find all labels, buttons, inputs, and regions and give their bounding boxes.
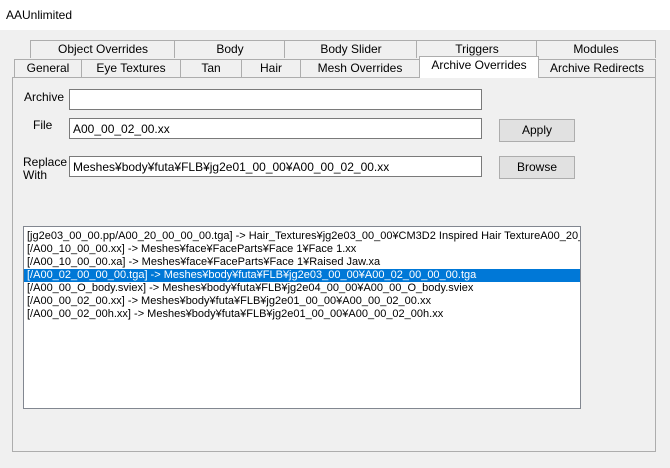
list-item[interactable]: [jg2e03_00_00.pp/A00_20_00_00_00.tga] ->… xyxy=(24,230,580,243)
tab-hair[interactable]: Hair xyxy=(241,59,301,77)
replace-with-label: Replace With xyxy=(23,156,67,182)
apply-button[interactable]: Apply xyxy=(499,119,575,142)
archive-field[interactable] xyxy=(69,89,482,110)
replace-with-field[interactable]: Meshes¥body¥futa¥FLB¥jg2e01_00_00¥A00_00… xyxy=(69,156,482,177)
archive-overrides-list[interactable]: [jg2e03_00_00.pp/A00_20_00_00_00.tga] ->… xyxy=(23,226,581,409)
list-item[interactable]: [/A00_00_O_body.sviex] -> Meshes¥body¥fu… xyxy=(24,282,580,295)
tab-eye-textures[interactable]: Eye Textures xyxy=(81,59,181,77)
tab-archive-redirects[interactable]: Archive Redirects xyxy=(538,59,656,77)
list-item[interactable]: [/A00_10_00_00.xa] -> Meshes¥face¥FacePa… xyxy=(24,256,580,269)
archive-overrides-panel: Archive File A00_00_02_00.xx Apply Repla… xyxy=(12,77,656,452)
tab-body-slider[interactable]: Body Slider xyxy=(284,40,418,58)
file-label: File xyxy=(33,118,53,132)
list-item[interactable]: [/A00_10_00_00.xx] -> Meshes¥face¥FacePa… xyxy=(24,243,580,256)
window-title: AAUnlimited xyxy=(6,8,73,22)
main-window: Object Overrides Body Body Slider Trigge… xyxy=(0,30,670,468)
list-item[interactable]: [/A00_00_02_00h.xx] -> Meshes¥body¥futa¥… xyxy=(24,308,580,321)
tab-tan[interactable]: Tan xyxy=(180,59,242,77)
archive-label: Archive xyxy=(24,90,65,104)
replace-label-line1: Replace xyxy=(23,155,68,169)
file-field[interactable]: A00_00_02_00.xx xyxy=(69,118,482,139)
tab-body[interactable]: Body xyxy=(174,40,286,58)
tab-general[interactable]: General xyxy=(14,59,82,77)
list-item[interactable]: [/A00_00_02_00.xx] -> Meshes¥body¥futa¥F… xyxy=(24,295,580,308)
browse-button[interactable]: Browse xyxy=(499,156,575,179)
replace-label-line2: With xyxy=(23,168,47,182)
tab-modules[interactable]: Modules xyxy=(536,40,656,58)
tab-object-overrides[interactable]: Object Overrides xyxy=(30,40,176,58)
title-bar: AAUnlimited xyxy=(0,0,670,30)
tab-mesh-overrides[interactable]: Mesh Overrides xyxy=(300,59,420,77)
list-item-selected[interactable]: [/A00_02_00_00_00.tga] -> Meshes¥body¥fu… xyxy=(24,269,580,282)
tab-archive-overrides[interactable]: Archive Overrides xyxy=(419,56,539,78)
